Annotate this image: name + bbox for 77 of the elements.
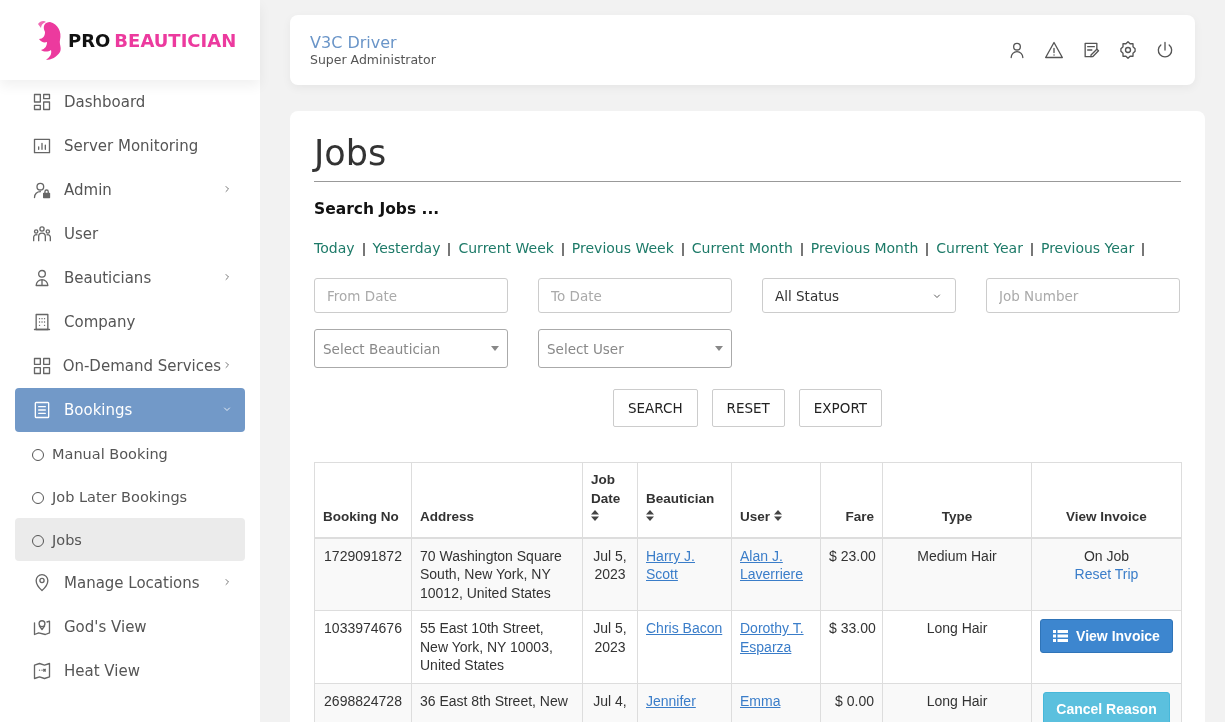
submenu-item[interactable]: Job Later Bookings: [15, 475, 245, 518]
fare-amount: $ 33.00: [829, 620, 876, 637]
column-header: View Invoice: [1066, 508, 1147, 527]
settings-button[interactable]: [1118, 40, 1138, 61]
building-icon: [32, 312, 52, 332]
submenu-item[interactable]: Jobs: [15, 518, 245, 561]
sidebar-item[interactable]: Admin: [15, 168, 245, 212]
sidebar-item[interactable]: Dashboard: [15, 80, 245, 124]
date-filter-link[interactable]: Previous Week: [571, 240, 674, 257]
job-date: Jul 4,: [593, 692, 627, 709]
user-name: V3C Driver: [310, 33, 398, 53]
date-filter-link[interactable]: Previous Month: [810, 240, 919, 257]
section-title: Search Jobs ...: [314, 200, 441, 219]
booking-number: 1729091872: [324, 547, 402, 564]
job-date: Jul 5, 2023: [593, 547, 627, 583]
column-header: Booking No: [323, 508, 399, 527]
date-filter-link[interactable]: Today: [314, 240, 355, 257]
input-field[interactable]: To Date: [538, 278, 732, 314]
job-date: Jul 5, 2023: [593, 620, 627, 655]
action-button[interactable]: RESET: [711, 389, 785, 428]
settings-icon: [1118, 40, 1138, 61]
chart-icon: [32, 136, 52, 156]
booking-number: 1033974676: [324, 620, 402, 637]
sidebar-item[interactable]: Company: [15, 300, 245, 344]
sort-icon: [591, 510, 599, 522]
select-dropdown[interactable]: Select User: [538, 329, 732, 369]
job-status: On Job: [1082, 546, 1131, 566]
page-title: Jobs: [314, 133, 387, 174]
status-dropdown[interactable]: All Status: [762, 278, 956, 314]
sidebar-item[interactable]: Manage Locations: [15, 561, 245, 605]
hair-type: Long Hair: [926, 692, 988, 709]
warning-icon: [1044, 40, 1064, 61]
user-lock-icon: [32, 180, 52, 200]
action-button[interactable]: EXPORT: [798, 389, 883, 428]
address-text: 36 East 8th Street, New: [420, 692, 568, 709]
address-text: 55 East 10th Street, New York, NY 10003, United States: [420, 620, 553, 674]
date-filter-link[interactable]: Yesterday: [372, 240, 441, 257]
alert-button[interactable]: [1044, 40, 1064, 61]
input-field[interactable]: Job Number: [986, 278, 1180, 314]
users-icon: [32, 224, 52, 244]
reset-trip-link[interactable]: Reset Trip: [1074, 566, 1139, 583]
sort-icon: [646, 510, 654, 522]
sidebar-item[interactable]: God's View: [15, 605, 245, 649]
date-filter-link[interactable]: Current Year: [936, 240, 1023, 257]
date-filter-link[interactable]: Current Week: [458, 240, 554, 257]
sort-icon: [773, 510, 782, 522]
column-header: Type: [941, 508, 973, 527]
submenu-item[interactable]: Manual Booking: [15, 432, 245, 475]
column-header: Address: [420, 508, 475, 527]
map-icon: [32, 661, 52, 681]
map-pin-icon: [32, 617, 52, 637]
sidebar-item[interactable]: User: [15, 212, 245, 256]
fare-amount: $ 0.00: [835, 692, 874, 709]
grid-icon: [32, 356, 52, 376]
sidebar-item[interactable]: Beauticians: [15, 256, 245, 300]
sidebar-item[interactable]: On-Demand Services: [15, 344, 245, 388]
action-button[interactable]: SEARCH: [612, 389, 698, 428]
hair-type: Medium Hair: [917, 547, 997, 564]
sidebar-item[interactable]: Server Monitoring: [15, 124, 245, 168]
brand-name: BEAUTICIAN: [114, 29, 237, 51]
fare-amount: $ 23.00: [829, 547, 876, 564]
view-invoice-button[interactable]: View Invoice: [1040, 619, 1173, 654]
booking-number: 2698824728: [324, 692, 402, 709]
address-text: 70 Washington Square South, New York, NY 10012, United States: [420, 547, 562, 601]
column-header[interactable]: User: [740, 508, 782, 527]
brand-name: PRO: [68, 29, 111, 51]
list-icon: [1053, 630, 1069, 643]
select-dropdown[interactable]: Select Beautician: [314, 329, 508, 369]
sidebar-item[interactable]: Heat View: [15, 649, 245, 693]
input-field[interactable]: From Date: [314, 278, 508, 314]
column-header: Fare: [845, 508, 874, 527]
date-filter-link[interactable]: Previous Year: [1040, 240, 1135, 257]
grid-icon: [32, 92, 52, 112]
user-role: Super Administrator: [310, 52, 436, 68]
hair-type: Long Hair: [926, 620, 988, 637]
date-filter-link[interactable]: Current Month: [691, 240, 793, 257]
document-icon: [32, 400, 52, 420]
